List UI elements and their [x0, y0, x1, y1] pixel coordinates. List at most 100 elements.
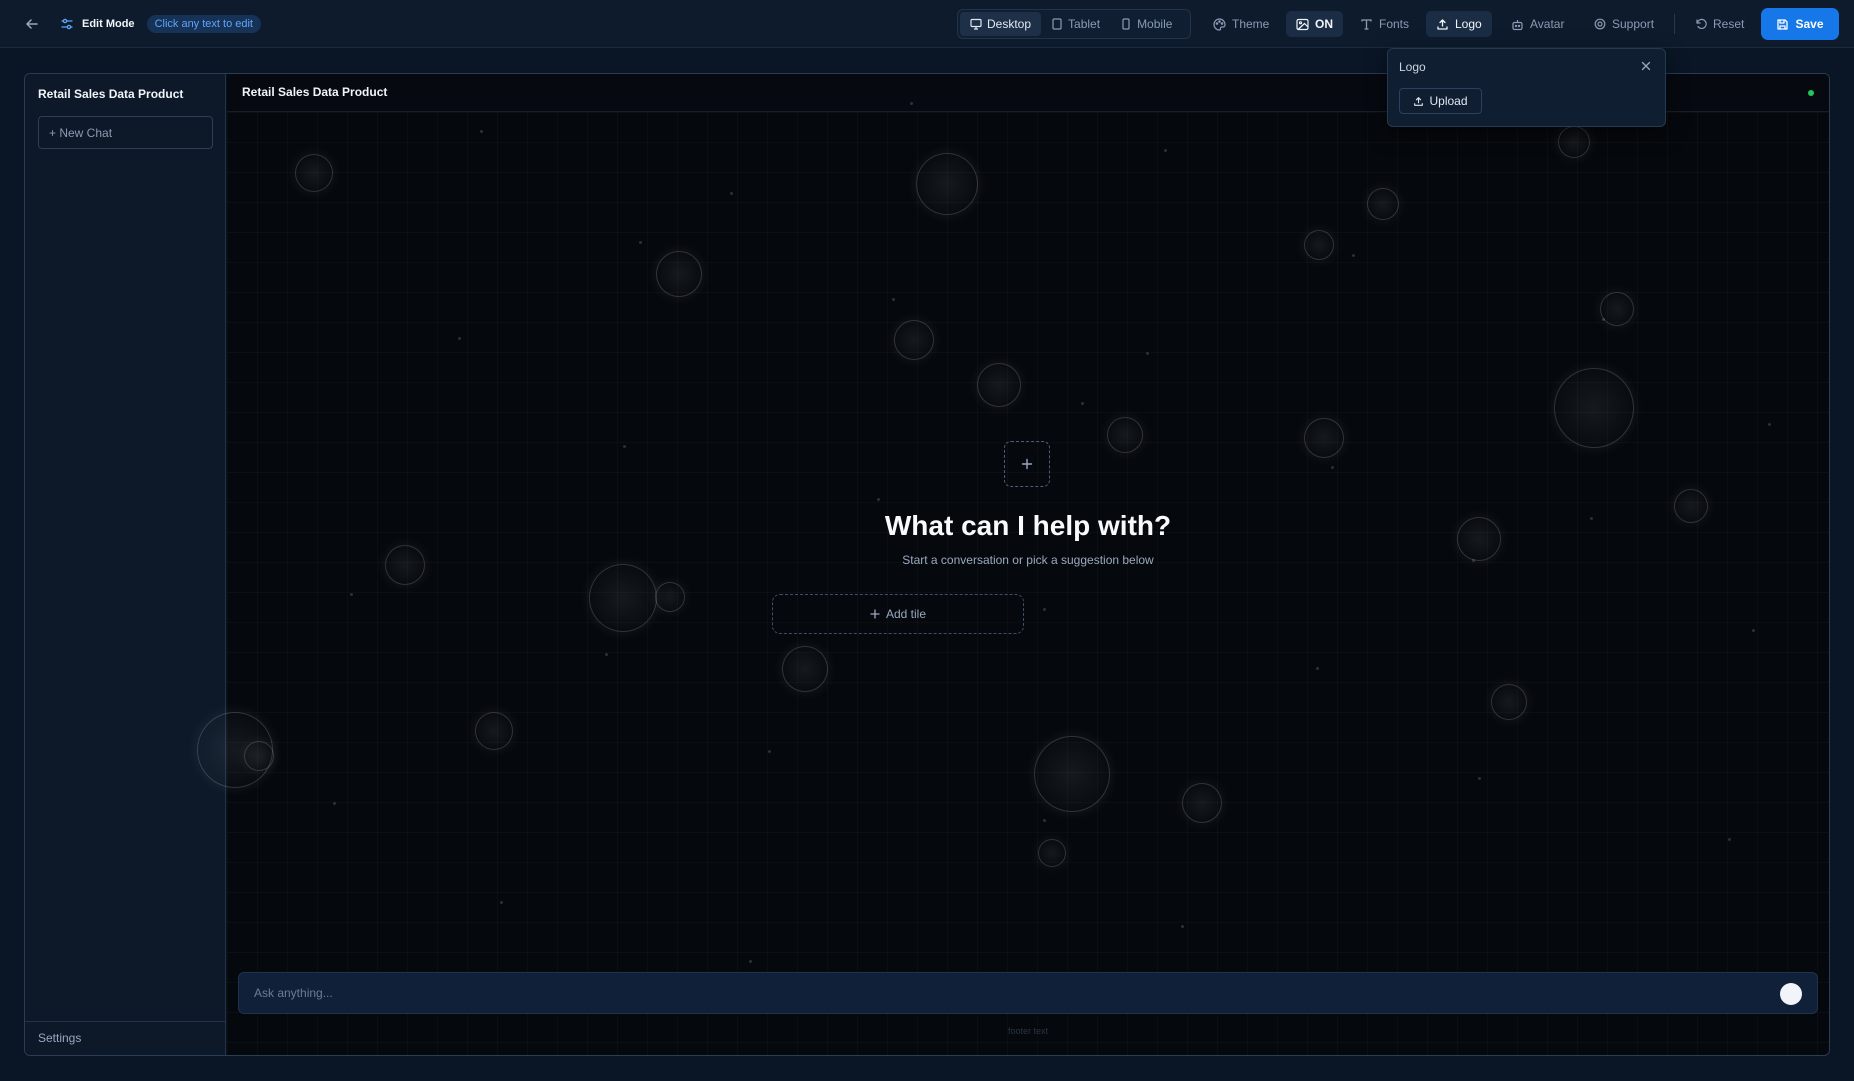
upload-icon	[1437, 18, 1448, 30]
background-bubble	[977, 363, 1021, 407]
edit-mode-label: Edit Mode	[82, 18, 135, 30]
background-dot	[892, 298, 895, 301]
chat-input[interactable]	[239, 973, 1739, 1013]
background-bubble	[655, 582, 685, 612]
background-bubble	[295, 154, 333, 192]
background-dot	[910, 102, 913, 105]
background-bubble	[475, 712, 513, 750]
fonts-button[interactable]: Fonts	[1350, 11, 1419, 37]
background-dot	[1146, 352, 1149, 355]
edit-hint-badge: Click any text to edit	[146, 15, 261, 33]
close-icon	[1641, 61, 1651, 71]
add-tile-button[interactable]: Add tile	[772, 594, 1024, 634]
avatar-label: Avatar	[1530, 17, 1565, 31]
theme-button[interactable]: Theme	[1203, 11, 1279, 37]
background-dot	[350, 593, 353, 596]
toolbar-divider	[1674, 14, 1675, 34]
support-label: Support	[1612, 17, 1655, 31]
theme-label: Theme	[1232, 17, 1270, 31]
background-bubble	[1034, 736, 1110, 812]
status-indicator	[1808, 90, 1814, 96]
preview-frame: Retail Sales Data Product + New Chat Set…	[24, 73, 1830, 1056]
background-dot	[1331, 466, 1334, 469]
background-bubble	[656, 251, 702, 297]
background-bubble	[589, 564, 657, 632]
save-button[interactable]: Save	[1761, 8, 1839, 40]
palette-icon	[1213, 17, 1226, 31]
device-switcher: Desktop Tablet Mobile	[957, 9, 1191, 39]
chat-sidebar: Retail Sales Data Product + New Chat Set…	[25, 74, 226, 1055]
footer-text[interactable]: footer text	[227, 1026, 1829, 1036]
background-bubble	[916, 153, 978, 215]
type-icon	[1361, 18, 1372, 30]
send-button[interactable]	[1780, 983, 1802, 1005]
background-bubble	[1491, 684, 1527, 720]
arrow-left-icon	[26, 19, 38, 29]
background-dot	[749, 960, 752, 963]
lifebuoy-icon	[1594, 18, 1606, 30]
background-dot	[1316, 667, 1319, 670]
background-toggle-button[interactable]: ON	[1286, 11, 1343, 37]
back-button[interactable]	[20, 12, 44, 36]
background-dot	[1181, 925, 1184, 928]
background-bubble	[1554, 368, 1634, 448]
settings-link[interactable]: Settings	[38, 1031, 81, 1045]
background-dot	[1602, 318, 1605, 321]
background-dot	[768, 750, 771, 753]
add-tile-label: Add tile	[885, 607, 927, 621]
sidebar-app-title[interactable]: Retail Sales Data Product	[38, 87, 183, 101]
chat-main: Retail Sales Data Product What can I hel…	[197, 74, 1829, 1055]
background-bubble	[1600, 292, 1634, 326]
logo-placeholder[interactable]	[1004, 441, 1050, 487]
save-icon	[1777, 18, 1789, 30]
device-tablet-label: Tablet	[1068, 17, 1101, 31]
background-dot	[877, 498, 880, 501]
logo-label: Logo	[1455, 17, 1482, 31]
background-bubble	[782, 646, 828, 692]
background-toggle-label: ON	[1315, 17, 1333, 31]
rotate-ccw-icon	[1696, 18, 1707, 29]
background-dot	[333, 802, 336, 805]
background-bubble	[1304, 418, 1344, 458]
upload-label: Upload	[1429, 94, 1468, 108]
background-bubble	[1304, 230, 1334, 260]
background-dot	[1043, 608, 1046, 611]
background-dot	[1478, 777, 1481, 780]
close-popover-button[interactable]	[1639, 59, 1653, 73]
device-desktop-button[interactable]: Desktop	[960, 12, 1042, 36]
new-chat-button[interactable]: + New Chat	[38, 116, 213, 149]
logo-button[interactable]: Logo	[1426, 11, 1492, 37]
avatar-button[interactable]: Avatar	[1501, 11, 1574, 37]
device-mobile-label: Mobile	[1137, 17, 1173, 31]
animated-background	[197, 102, 1829, 1055]
logo-popover-title: Logo	[1399, 60, 1426, 74]
sliders-icon	[61, 18, 73, 30]
background-bubble	[1558, 126, 1590, 158]
device-mobile-button[interactable]: Mobile	[1110, 12, 1182, 36]
background-dot	[500, 901, 503, 904]
background-bubble	[1107, 417, 1143, 453]
bot-icon	[1512, 19, 1523, 30]
background-dot	[639, 241, 642, 244]
chat-header-title[interactable]: Retail Sales Data Product	[242, 85, 387, 99]
background-dot	[1768, 423, 1771, 426]
logo-popover: Logo Upload	[1387, 48, 1666, 127]
plus-icon	[870, 609, 880, 619]
background-dot	[458, 337, 461, 340]
background-bubble	[1182, 783, 1222, 823]
upload-icon	[1414, 96, 1424, 106]
background-dot	[1043, 819, 1046, 822]
background-bubble	[1367, 188, 1399, 220]
reset-button[interactable]: Reset	[1685, 11, 1754, 37]
hero-subtitle[interactable]: Start a conversation or pick a suggestio…	[227, 553, 1829, 567]
upload-logo-button[interactable]: Upload	[1399, 88, 1482, 114]
background-dot	[1164, 149, 1167, 152]
support-button[interactable]: Support	[1584, 11, 1664, 37]
background-dot	[1728, 838, 1731, 841]
hero-title[interactable]: What can I help with?	[227, 510, 1829, 542]
background-dot	[605, 653, 608, 656]
background-dot	[1081, 402, 1084, 405]
background-bubble	[894, 320, 934, 360]
device-tablet-button[interactable]: Tablet	[1041, 12, 1110, 36]
background-bubble	[244, 741, 274, 771]
